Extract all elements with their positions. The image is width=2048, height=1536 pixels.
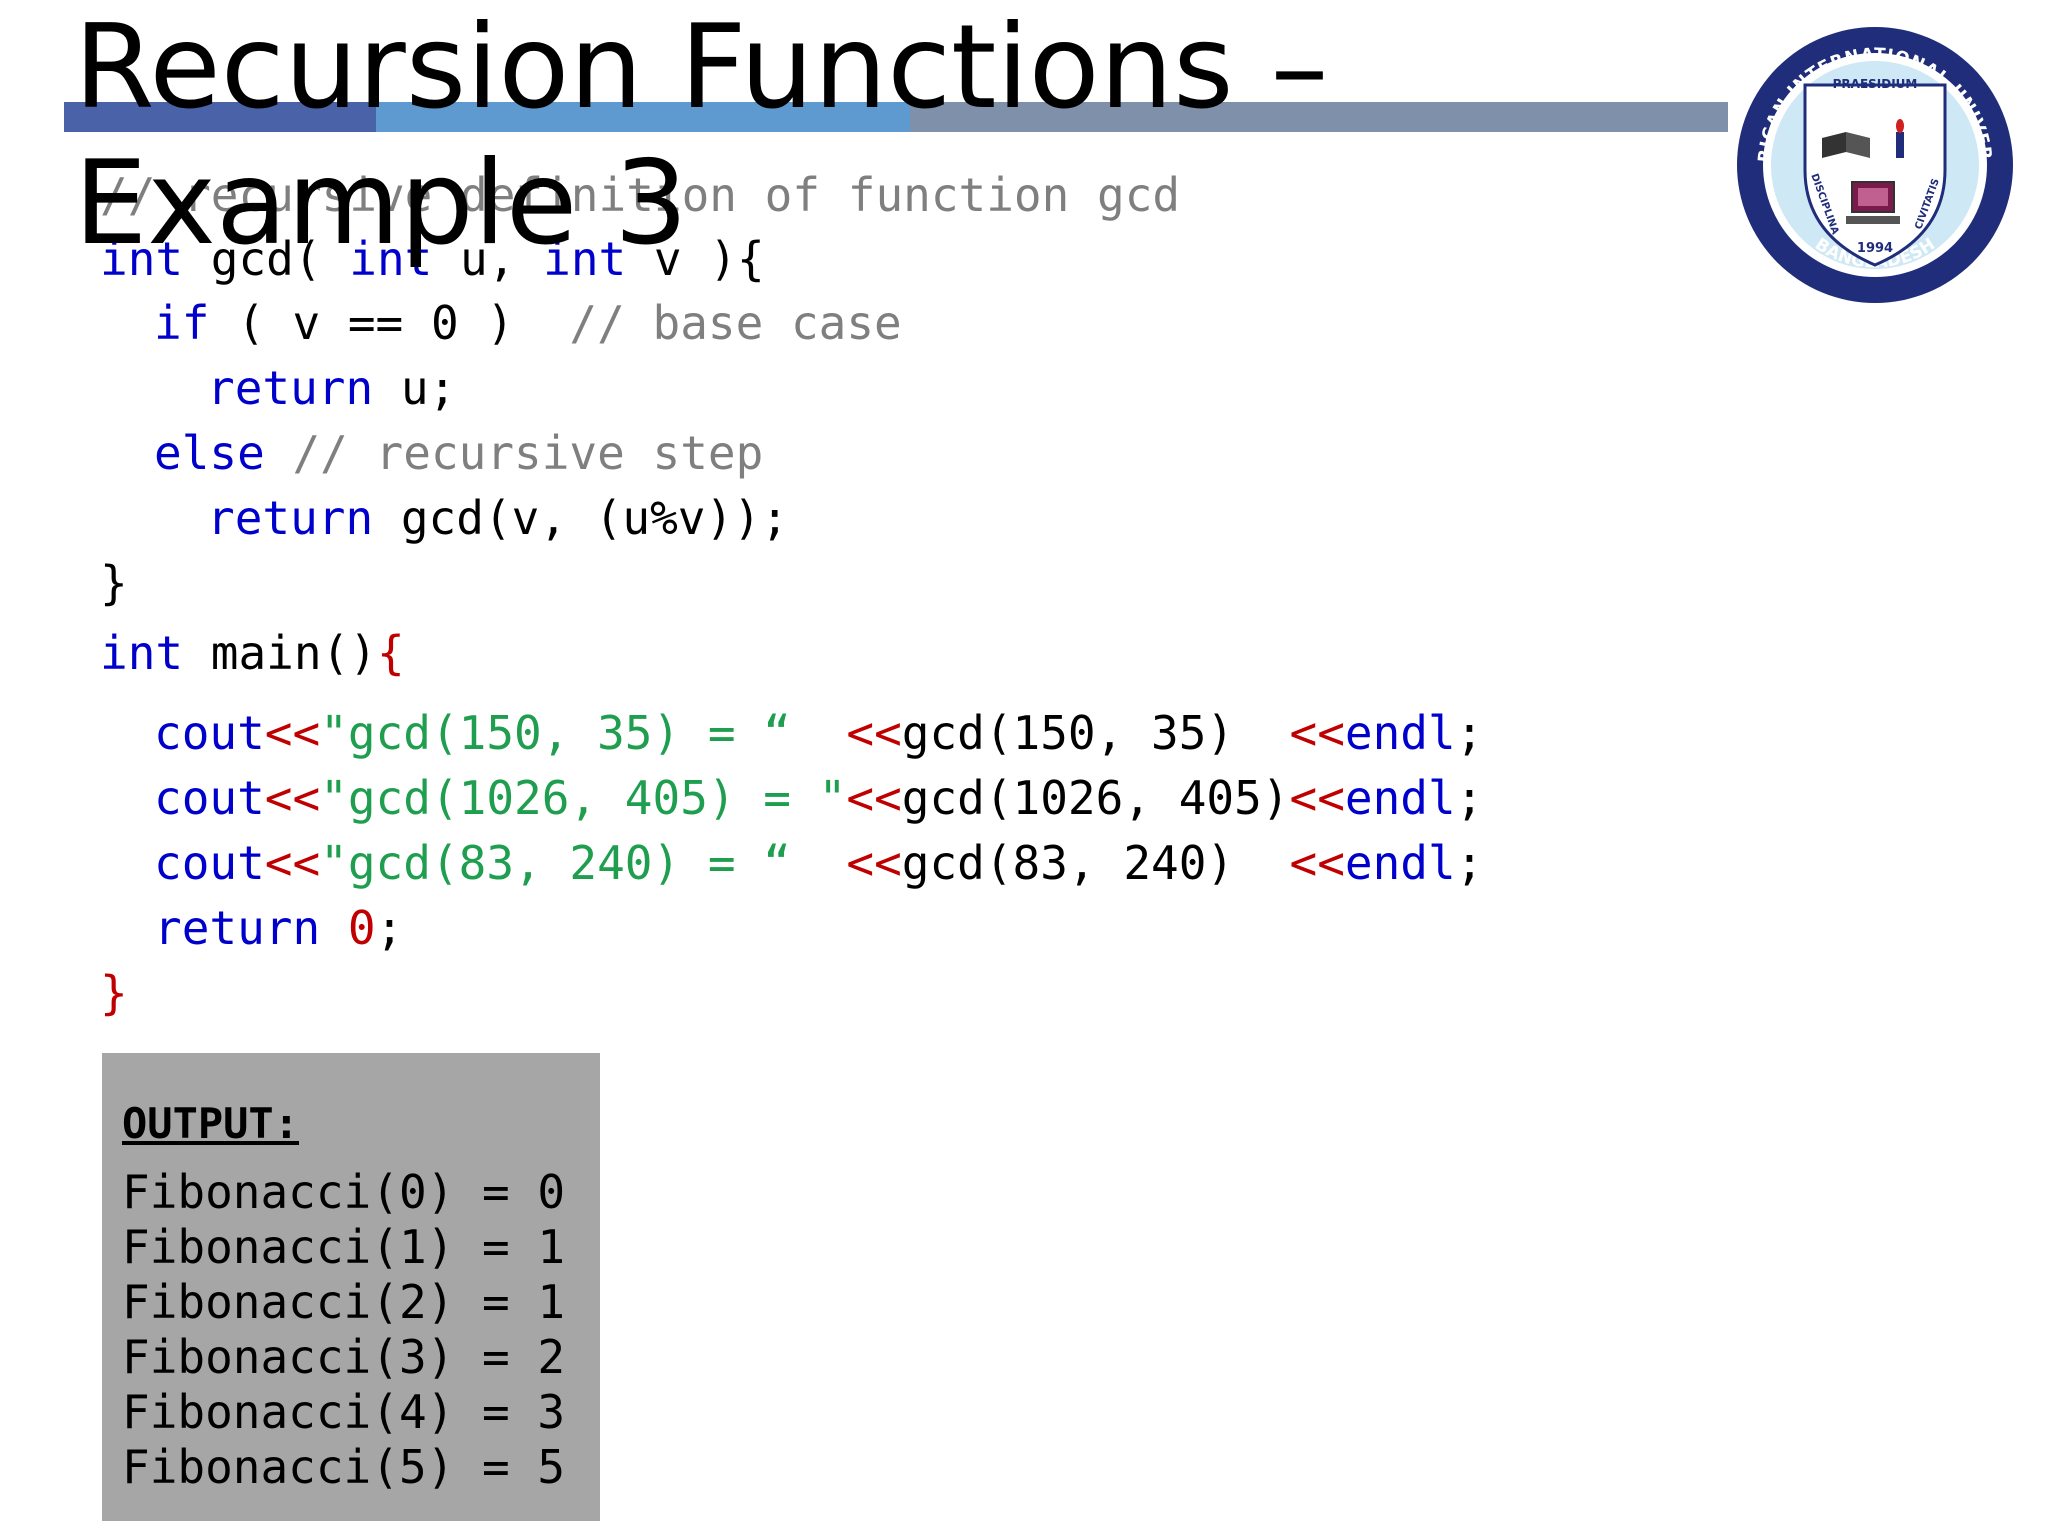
output-line: Fibonacci(3) = 2 bbox=[122, 1330, 566, 1384]
computer-icon bbox=[1846, 181, 1900, 224]
code-line-cout-1: cout<<"gcd(150, 35) = “ <<gcd(150, 35) <… bbox=[154, 706, 1484, 760]
output-line: Fibonacci(5) = 5 bbox=[122, 1440, 566, 1494]
output-box: OUTPUT: Fibonacci(0) = 0 Fibonacci(1) = … bbox=[102, 1053, 600, 1521]
code-line-main-close: } bbox=[100, 966, 128, 1020]
code-line-else: else // recursive step bbox=[154, 426, 764, 480]
code-line-return-gcd: return gcd(v, (u%v)); bbox=[207, 491, 789, 545]
code-line-close-brace: } bbox=[100, 556, 128, 610]
candle-icon bbox=[1896, 119, 1904, 158]
output-lines: Fibonacci(0) = 0 Fibonacci(1) = 1 Fibona… bbox=[122, 1165, 565, 1495]
code-line-return-0: return 0; bbox=[154, 901, 404, 955]
logo-year: 1994 bbox=[1857, 241, 1893, 256]
code-line-cout-3: cout<<"gcd(83, 240) = “ <<gcd(83, 240) <… bbox=[154, 836, 1484, 890]
output-line: Fibonacci(1) = 1 bbox=[122, 1220, 566, 1274]
code-line-main: int main(){ bbox=[100, 626, 405, 680]
code-line-if: if ( v == 0 ) // base case bbox=[154, 296, 902, 350]
code-line-return-u: return u; bbox=[207, 361, 457, 415]
code-line-cout-2: cout<<"gcd(1026, 405) = "<<gcd(1026, 405… bbox=[154, 771, 1484, 825]
output-line: Fibonacci(0) = 0 bbox=[122, 1165, 566, 1219]
slide-title: Recursion Functions – Example 3 bbox=[74, 0, 1329, 271]
output-line: Fibonacci(2) = 1 bbox=[122, 1275, 566, 1329]
logo-motto-top: PRAESIDIUM bbox=[1833, 77, 1918, 91]
output-line: Fibonacci(4) = 3 bbox=[122, 1385, 566, 1439]
university-logo: AMERICAN INTERNATIONAL UNIVERSITY BANGLA… bbox=[1730, 20, 2013, 303]
